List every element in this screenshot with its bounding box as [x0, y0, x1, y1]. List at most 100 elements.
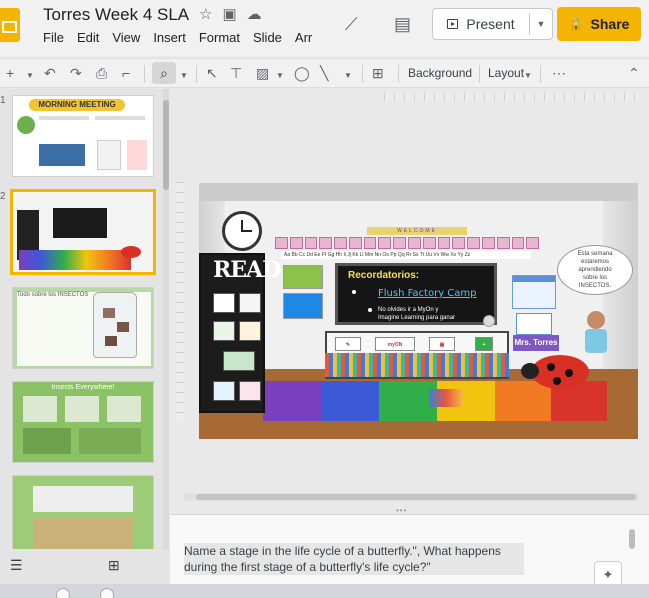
image-dropdown-icon[interactable]: ▼	[276, 67, 284, 85]
thumb-image	[65, 396, 99, 422]
wall-clock[interactable]	[222, 211, 262, 251]
vertical-ruler	[176, 182, 184, 422]
number-card[interactable]	[516, 313, 552, 335]
room-ceiling	[199, 183, 638, 201]
insect-book-link[interactable]	[223, 351, 255, 371]
line-icon[interactable]: ╲	[320, 64, 328, 82]
present-dropdown-icon[interactable]: ▼	[530, 9, 552, 39]
menu-file[interactable]: File	[43, 30, 64, 45]
filmstrip-scroll-thumb[interactable]	[163, 100, 169, 190]
horizontal-ruler	[384, 93, 640, 101]
thumb-decoration	[17, 116, 35, 134]
notes-scroll-thumb[interactable]	[629, 529, 635, 549]
new-slide-dropdown-icon[interactable]: ▼	[26, 67, 34, 85]
undo-icon[interactable]: ↶	[44, 64, 56, 82]
video-poster-link[interactable]	[283, 265, 323, 289]
insect-book-link[interactable]	[213, 293, 235, 313]
filmstrip-view-icon[interactable]: ☰	[10, 557, 23, 574]
slide-thumbnail-1[interactable]: MORNING MEETING	[12, 95, 154, 177]
slide-thumbnail-4[interactable]: Insects Everywhere!	[12, 381, 154, 463]
layout-dropdown-icon[interactable]: ▼	[524, 67, 532, 85]
grid-view-icon[interactable]: ⊞	[108, 557, 120, 574]
video-poster-link[interactable]	[283, 293, 323, 319]
audio-play-icon[interactable]	[483, 315, 495, 327]
taskbar-app-icon[interactable]	[56, 588, 70, 598]
cabinet-link[interactable]: ▣	[429, 337, 455, 351]
background-button[interactable]: Background	[408, 66, 472, 80]
slide-thumbnail-5[interactable]	[12, 475, 154, 549]
layout-button[interactable]: Layout	[488, 66, 524, 80]
select-cursor-icon[interactable]: ↖	[206, 64, 218, 82]
read-sign: READ	[213, 257, 281, 283]
activity-trend-icon[interactable]: ⟋	[345, 14, 358, 35]
speaker-notes-panel[interactable]: Name a stage in the life cycle of a butt…	[170, 514, 649, 584]
image-icon[interactable]: ▨	[256, 64, 269, 82]
present-button: Present ▼	[432, 8, 553, 40]
print-icon[interactable]: ⎙	[96, 64, 107, 82]
calendar-poster[interactable]	[512, 275, 556, 309]
bullet-dot	[352, 290, 356, 294]
line-dropdown-icon[interactable]: ▼	[344, 67, 352, 85]
move-folder-icon[interactable]: ▣	[222, 5, 236, 23]
add-link-icon[interactable]: +	[475, 337, 493, 351]
star-icon[interactable]: ☆	[199, 5, 212, 23]
insect-book-link[interactable]	[239, 293, 261, 313]
thumb-image	[33, 518, 133, 549]
thumb-image	[33, 486, 133, 512]
share-button[interactable]: 🔒 Share	[557, 7, 641, 41]
slide-thumbnail-2-selected[interactable]	[10, 189, 156, 275]
rug-stripe	[495, 381, 551, 421]
menu-slide[interactable]: Slide	[253, 30, 282, 45]
editing-toolbar: + ▼ ↶ ↷ ⎙ ⌐ ⌕ ▼ ↖ ⊤ ▨ ▼ ◯ ╲ ▼ ⊞ Backgrou…	[0, 58, 649, 88]
thumb-line	[95, 116, 145, 120]
view-toggle-bar	[0, 549, 170, 584]
insect-book-link[interactable]	[239, 321, 261, 341]
zoom-icon[interactable]: ⌕	[152, 62, 176, 84]
toolbar-divider	[362, 65, 363, 83]
current-slide[interactable]: WELCOME Aa Bb Cc Dd Ee Ff Gg Hh Ii Jj Kk…	[199, 183, 638, 439]
insect-book-link[interactable]	[213, 321, 235, 341]
flush-factory-camp-link[interactable]: Flush Factory Camp	[378, 288, 477, 299]
speaker-notes-text[interactable]: Name a stage in the life cycle of a butt…	[184, 543, 524, 575]
teacher-name-tag: Mrs. Torres	[513, 335, 559, 351]
cabinet-link[interactable]: ✎	[335, 337, 361, 351]
insect-book-link[interactable]	[239, 381, 261, 401]
collapse-toolbar-icon[interactable]: ⌃	[628, 64, 640, 82]
toolbar-divider	[144, 65, 145, 83]
text-box-icon[interactable]: ⊤	[230, 64, 242, 82]
insect-book-link[interactable]	[213, 381, 235, 401]
slide-thumbnail-3[interactable]: Todo sobre los INSECTOS	[12, 287, 154, 369]
thumb-bug	[117, 322, 129, 332]
cloud-status-icon[interactable]: ☁	[247, 5, 262, 23]
myon-link[interactable]: myON	[375, 337, 415, 351]
more-options-icon[interactable]: ⋯	[552, 64, 566, 82]
thumb-ladybug	[121, 246, 141, 258]
present-main-button[interactable]: Present	[433, 9, 529, 39]
menu-insert[interactable]: Insert	[153, 30, 186, 45]
taskbar-app-icon[interactable]	[100, 588, 114, 598]
toolbar-divider	[479, 65, 480, 83]
ladybug-spot	[547, 363, 555, 371]
slides-logo-icon[interactable]	[0, 8, 20, 42]
menu-view[interactable]: View	[112, 30, 140, 45]
share-label: Share	[590, 16, 630, 32]
shape-icon[interactable]: ◯	[294, 64, 310, 82]
lock-icon: 🔒	[568, 17, 584, 31]
thumb-image	[127, 140, 147, 170]
menu-edit[interactable]: Edit	[77, 30, 99, 45]
speech-line: INSECTOS.	[578, 283, 612, 289]
paint-format-icon[interactable]: ⌐	[122, 64, 130, 82]
canvas-scroll-thumb[interactable]	[196, 494, 636, 500]
thumb-title: Todo sobre los INSECTOS	[17, 292, 89, 298]
zoom-dropdown-icon[interactable]: ▼	[180, 67, 188, 85]
document-title[interactable]: Torres Week 4 SLA	[43, 5, 189, 25]
comments-icon[interactable]: ▤	[394, 14, 411, 35]
thumb-image	[39, 144, 85, 166]
thumb-line	[39, 116, 89, 120]
redo-icon[interactable]: ↷	[70, 64, 82, 82]
notes-resize-handle[interactable]: •••	[396, 507, 416, 515]
menu-format[interactable]: Format	[199, 30, 240, 45]
menu-arrange[interactable]: Arr	[295, 30, 312, 45]
new-slide-icon[interactable]: +	[6, 64, 14, 82]
add-comment-icon[interactable]: ⊞	[372, 64, 384, 82]
